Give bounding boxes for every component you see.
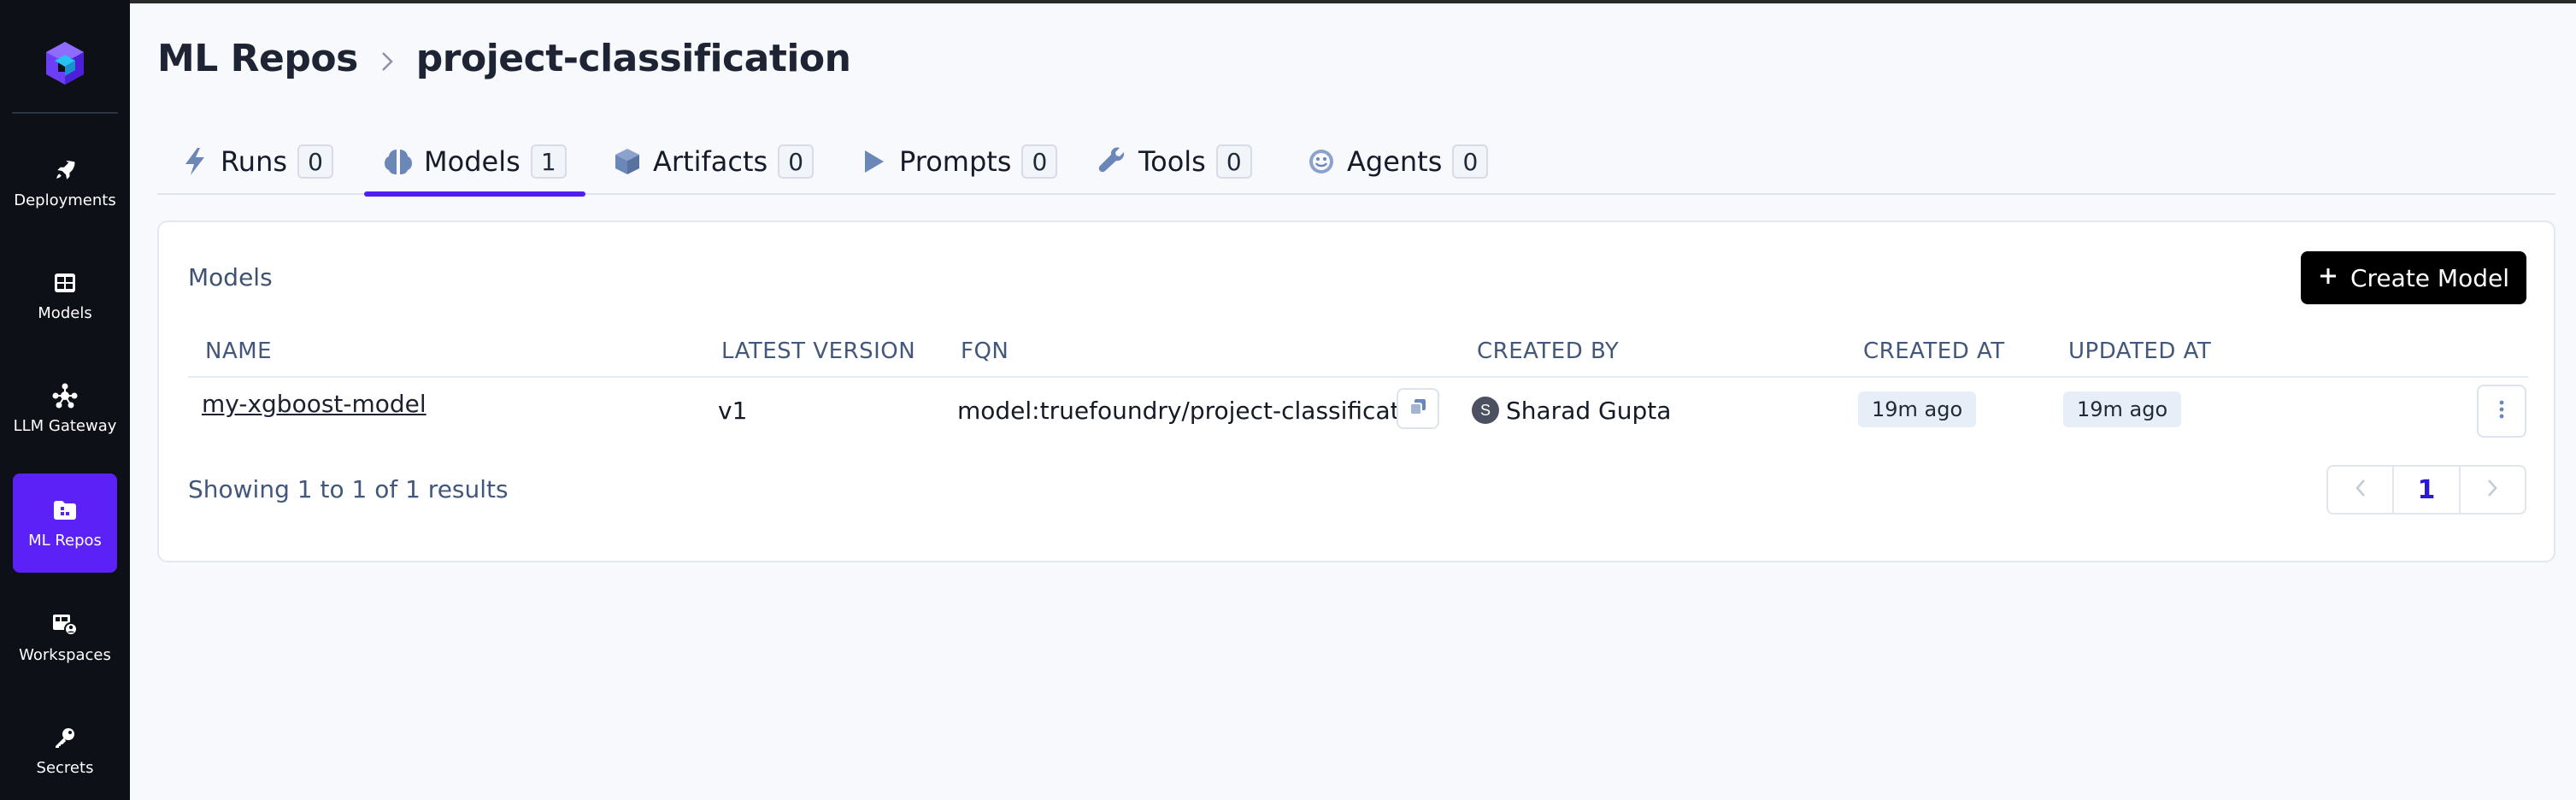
repo-tabs: Runs 0 Models 1 Artifacts 0 Prompts 0 To… [157,128,2555,197]
wrench-icon [1097,146,1128,177]
create-model-label: Create Model [2350,263,2509,292]
tab-count-badge: 0 [1215,144,1252,179]
chevron-right-icon [375,46,399,77]
sidebar-item-models[interactable]: Models [13,246,117,345]
tab-count-badge: 1 [530,144,567,179]
column-header-created-at[interactable]: CREATED AT [1863,338,2005,364]
copy-icon [1408,397,1428,421]
chevron-right-icon [2486,478,2498,503]
model-name-link[interactable]: my-xgboost-model [202,390,426,418]
card-title: Models [188,263,273,291]
tab-count-badge: 0 [1021,144,1058,179]
sidebar-item-workspaces[interactable]: Workspaces [13,588,117,687]
models-card: Models Create Model NAME LATEST VERSION … [157,221,2555,562]
network-icon [52,383,78,409]
pagination: 1 [2326,465,2526,515]
sidebar-item-label: Deployments [14,191,116,209]
copy-fqn-button[interactable] [1397,388,1439,429]
brain-icon [383,146,414,177]
create-model-button[interactable]: Create Model [2301,251,2526,304]
page-title: project-classification [415,36,851,80]
workspace-icon [52,612,78,638]
plus-icon [2318,264,2338,292]
tab-runs[interactable]: Runs 0 [179,128,334,195]
tab-models[interactable]: Models 1 [364,128,585,197]
key-icon [52,725,78,750]
sidebar-item-llm-gateway[interactable]: LLM Gateway [13,359,117,458]
sidebar: Deployments Models LLM Gateway ML Repos … [0,0,130,800]
column-header-name[interactable]: NAME [205,338,272,364]
cube-icon [612,146,643,177]
rocket-icon [52,157,78,183]
tab-agents[interactable]: Agents 0 [1306,128,1489,195]
tab-label: Tools [1138,145,1206,178]
tab-prompts[interactable]: Prompts 0 [858,128,1058,195]
grid-icon [52,270,78,296]
sidebar-item-deployments[interactable]: Deployments [13,133,117,232]
tab-tools[interactable]: Tools 0 [1097,128,1252,195]
updated-at-badge: 19m ago [2063,391,2182,427]
results-summary: Showing 1 to 1 of 1 results [188,475,509,503]
created-at-badge: 19m ago [1858,391,1977,427]
header-divider [188,376,2528,378]
tab-label: Agents [1347,145,1443,178]
sidebar-item-label: LLM Gateway [13,416,117,435]
sidebar-item-label: Secrets [36,758,94,777]
created-by-value: Sharad Gupta [1506,397,1672,425]
tab-count-badge: 0 [1452,144,1489,179]
window-top-border [0,0,2576,3]
breadcrumb: ML Repos project-classification [157,32,851,84]
sidebar-item-label: Models [38,303,92,322]
avatar: S [1472,397,1499,424]
folder-icon [52,497,78,523]
truefoundry-logo[interactable] [41,39,89,87]
breadcrumb-root[interactable]: ML Repos [157,37,358,80]
sidebar-divider [12,112,118,114]
column-header-created-by[interactable]: CREATED BY [1477,338,1619,364]
column-header-updated-at[interactable]: UPDATED AT [2068,338,2211,364]
smiley-icon [1306,146,1337,177]
more-vertical-icon [2498,399,2505,424]
column-header-latest-version[interactable]: LATEST VERSION [721,338,915,364]
sidebar-item-label: ML Repos [28,531,102,550]
tab-artifacts[interactable]: Artifacts 0 [612,128,815,195]
latest-version-value: v1 [718,397,748,425]
fqn-value: model:truefoundry/project-classificati..… [957,397,1430,425]
tab-label: Models [424,145,520,178]
tab-label: Prompts [899,145,1012,178]
next-page-button[interactable] [2458,467,2525,513]
chevron-left-icon [2355,478,2367,503]
play-icon [858,146,889,177]
page-number: 1 [2417,474,2436,505]
tab-label: Artifacts [653,145,768,178]
tab-label: Runs [221,145,288,178]
tab-count-badge: 0 [778,144,815,179]
sidebar-item-label: Workspaces [19,645,111,664]
column-header-fqn[interactable]: FQN [961,338,1009,364]
page-1-button[interactable]: 1 [2392,467,2458,513]
previous-page-button[interactable] [2328,467,2392,513]
tab-count-badge: 0 [297,144,334,179]
bolt-icon [179,146,210,177]
row-actions-button[interactable] [2477,385,2526,438]
sidebar-item-ml-repos[interactable]: ML Repos [13,474,117,573]
sidebar-item-secrets[interactable]: Secrets [13,701,117,800]
